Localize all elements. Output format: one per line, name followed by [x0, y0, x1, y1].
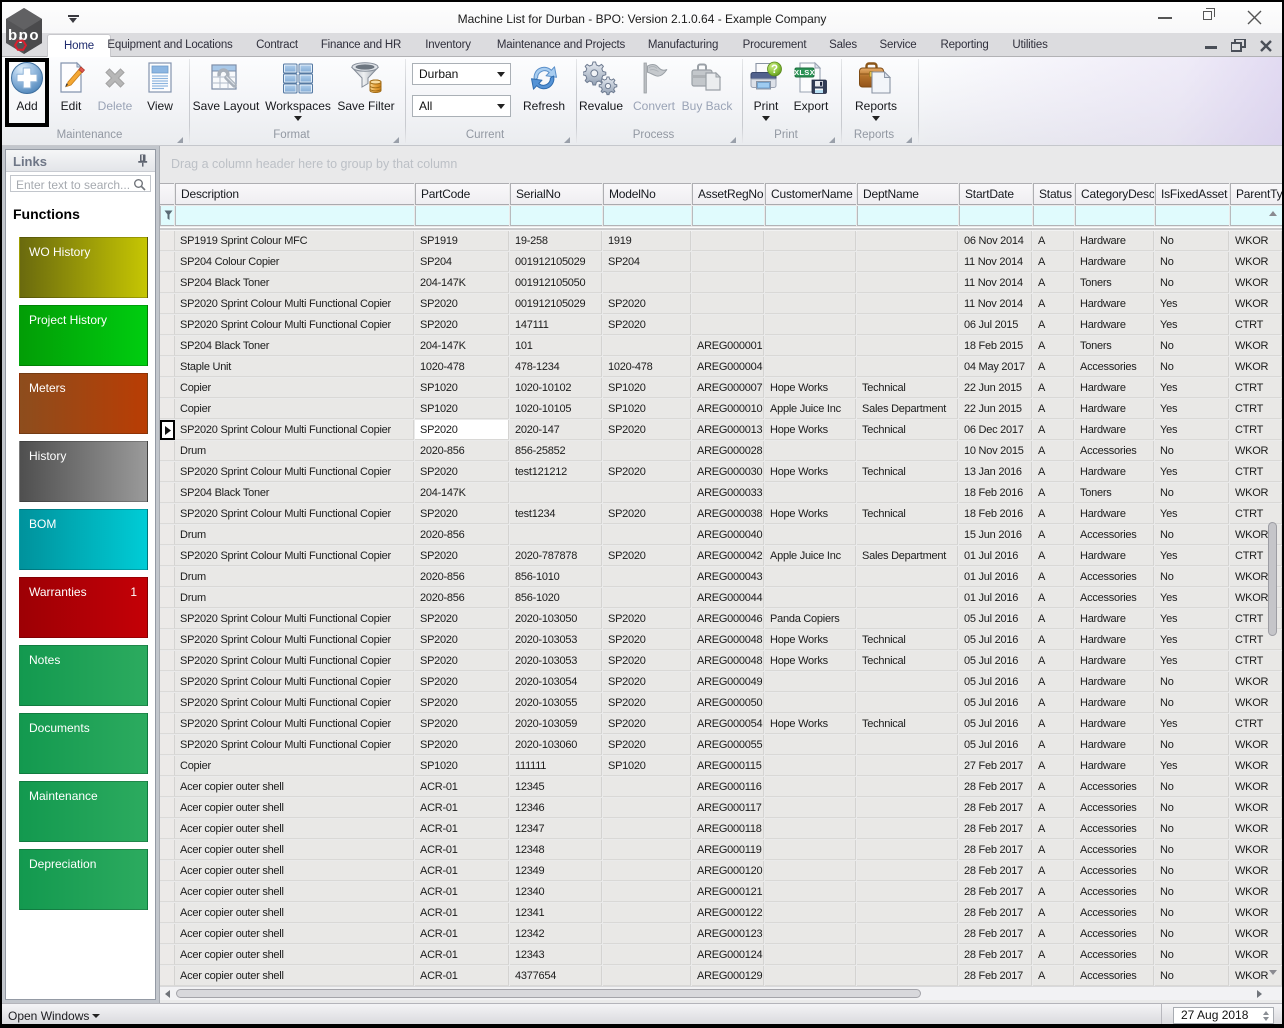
- svg-text:?: ?: [771, 64, 778, 76]
- svg-text:XLSX: XLSX: [794, 68, 815, 77]
